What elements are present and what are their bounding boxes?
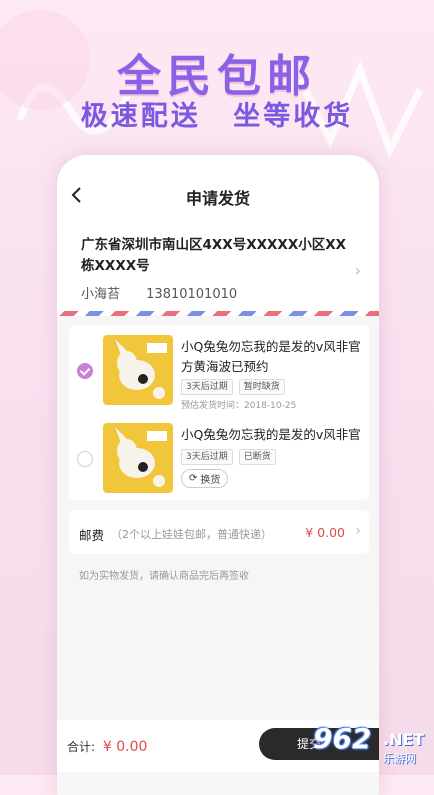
dog-toy-icon [115,339,167,399]
recipient-phone: 13810101010 [146,287,238,302]
airmail-divider [57,311,379,316]
promo-sub-right: 坐等收货 [233,101,354,132]
tag-stock: 暂时缺货 [238,379,285,395]
chevron-right-icon: › [354,261,361,280]
swap-label: 换货 [200,475,221,486]
product-name: 小Q兔兔勿忘我的是发的v风非官 [181,427,361,442]
shipping-label: 邮费 [79,528,105,543]
refresh-icon: ⟳ [189,473,198,484]
checkbox-checked[interactable] [77,363,93,379]
shipping-row[interactable]: 邮费 （2个以上娃娃包邮，普通快递） ¥ 0.00 › [69,510,369,554]
watermark-number: 962 [313,722,372,755]
dog-toy-icon [115,427,167,487]
items-card: 小Q兔兔勿忘我的是发的v风非官方黄海波已预约 3天后过期 暂时缺货 预估发货时间… [69,325,369,500]
watermark-domain: .NET [383,730,425,749]
chevron-right-icon: › [355,523,361,539]
checkbox-unchecked[interactable] [77,451,93,467]
total-amount: ¥ 0.00 [102,739,148,755]
ship-date: 预估发货时间：2018-10-25 [181,401,297,411]
watermark: 962 .NET 乐游网 [305,722,434,772]
shipping-price: ¥ 0.00 [305,525,345,540]
tag-stock: 已断货 [238,449,276,465]
address-text: 广东省深圳市南山区4XX号XXXXX小区XX栋XXXX号 [81,237,347,274]
contact-info: 小海苔 13810101010 [81,283,259,302]
promo-sub-left: 极速配送 [80,101,201,132]
product-tags: 3天后过期 暂时缺货 [181,379,285,395]
product-image [103,423,173,493]
tag-expiry: 3天后过期 [181,449,233,465]
tag-expiry: 3天后过期 [181,379,233,395]
product-tags: 3天后过期 已断货 [181,449,276,465]
phone-screen: 申请发货 广东省深圳市南山区4XX号XXXXX小区XX栋XXXX号 小海苔 13… [57,155,379,795]
promo-subline: 极速配送 坐等收货 [0,94,434,133]
total: 合计: ¥ 0.00 [67,738,147,755]
sign-note: 如为实物发货，请确认商品完后再签收 [79,571,249,582]
swap-button[interactable]: ⟳ 换货 [181,469,229,488]
nav-bar: 申请发货 [57,155,379,231]
product-name: 小Q兔兔勿忘我的是发的v风非官方黄海波已预约 [181,339,361,374]
address-card[interactable]: 广东省深圳市南山区4XX号XXXXX小区XX栋XXXX号 小海苔 1381010… [57,231,379,311]
shipping-hint: （2个以上娃娃包邮，普通快递） [111,528,272,541]
watermark-site: 乐游网 [383,752,416,765]
list-item[interactable]: 小Q兔兔勿忘我的是发的v风非官 3天后过期 已断货 ⟳ 换货 [69,415,369,495]
recipient-name: 小海苔 [81,287,121,302]
product-image [103,335,173,405]
list-item[interactable]: 小Q兔兔勿忘我的是发的v风非官方黄海波已预约 3天后过期 暂时缺货 预估发货时间… [69,327,369,411]
total-label: 合计: [67,740,96,754]
page-title: 申请发货 [185,189,250,208]
